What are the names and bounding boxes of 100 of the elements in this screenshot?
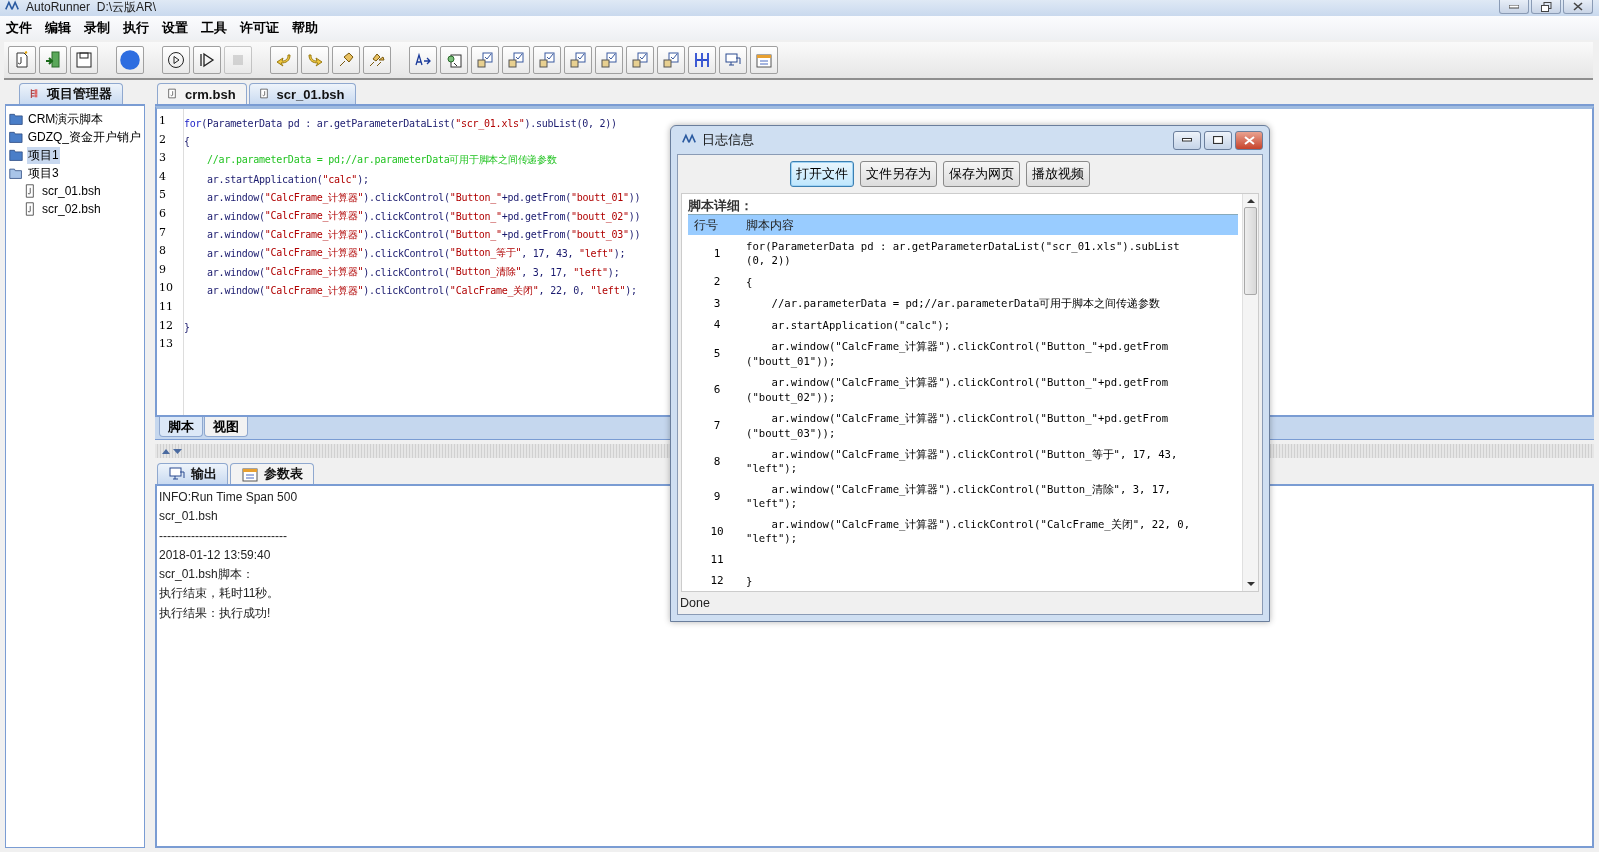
code-text: ar.window("CalcFrame_计算器").clickControl("Button_清除", 3, 17, "left"); [746, 481, 1172, 511]
code-text: ar.window( [206, 247, 265, 259]
code-text: ).clickControl( [363, 285, 450, 297]
code-text: "Button_" [449, 229, 502, 241]
code-text: ar.window( [206, 285, 265, 297]
line-number: 9 [158, 262, 167, 278]
code-text: (ParameterData pd : ar.getParameterDataList( [201, 117, 456, 129]
line-number: 11 [158, 299, 174, 315]
code-text: { [746, 274, 754, 290]
column-header: 行号 [693, 216, 719, 234]
code-text: ar.window( [206, 266, 265, 278]
code-text: ).clickControl( [363, 247, 450, 259]
code-text: +pd.getFrom( [501, 210, 572, 222]
code-text: "CalcFrame_计算器" [264, 265, 364, 280]
code-text: "left" [573, 266, 608, 278]
output-line: INFO:Run Time Span 500 [159, 489, 298, 506]
code-text: )) [628, 229, 641, 241]
line-number: 2 [712, 275, 722, 289]
code-text: ar.window("CalcFrame_计算器").clickControl("Button_等于", 17, 43, "left"); [746, 446, 1179, 476]
code-text: "CalcFrame_计算器" [264, 283, 364, 298]
window-title: AutoRunner D:\云版AR\ [26, 0, 157, 14]
code-text: ar.startApplication( [206, 173, 323, 185]
code-text: ); [357, 173, 369, 185]
code-text: for(ParameterData pd : ar.getParameterDataList("scr_01.xls").subList (0, 2)) [746, 238, 1181, 268]
line-number: 7 [712, 419, 722, 432]
code-text: } [184, 322, 190, 334]
code-text: )) [628, 210, 641, 222]
line-number: 10 [709, 524, 725, 538]
code-text: ).clickControl( [363, 192, 450, 204]
line-number: 1 [158, 114, 167, 129]
output-line: 执行结果：执行成功! [159, 604, 271, 622]
code-text: "CalcFrame_关闭" [449, 283, 539, 298]
code-text: +pd.getFrom( [501, 192, 572, 204]
line-number: 12 [158, 318, 174, 334]
code-text: , 22, 0, [538, 285, 586, 297]
code-text: { [184, 136, 190, 148]
line-number: 4 [158, 169, 167, 185]
code-text: "boutt_01" [571, 192, 629, 204]
code-text: ); [625, 285, 637, 297]
code-text: ar.window("CalcFrame_计算器").clickControl("CalcFrame_关闭", 22, 0, "left"); [746, 516, 1192, 546]
code-text: for [184, 117, 202, 129]
column-header: 脚本内容 [746, 216, 795, 234]
code-text: } [746, 573, 754, 589]
line-number: 5 [712, 347, 722, 360]
code-text: ); [613, 247, 626, 259]
line-number: 8 [712, 454, 722, 468]
code-text: ar.startApplication("calc"); [770, 317, 952, 333]
line-number: 9 [712, 489, 722, 503]
line-number: 7 [158, 225, 167, 241]
output-line: 执行结束，耗时11秒。 [159, 585, 280, 603]
code-text: , 3, 17, [521, 266, 569, 278]
line-number: 5 [158, 188, 167, 204]
line-number: 3 [712, 296, 722, 310]
dialog-title: 日志信息 [702, 131, 754, 149]
code-text: ar.window("CalcFrame_计算器").clickControl("Button_"+pd.getFrom ("boutt_01")); [746, 339, 1170, 370]
code-text: ); [607, 266, 620, 278]
code-text: "CalcFrame_计算器" [264, 246, 364, 261]
code-text: "calc" [322, 173, 358, 185]
code-text: ).clickControl( [363, 229, 450, 241]
code-text: "left" [590, 285, 626, 297]
code-text: ).subList(0, 2)) [524, 117, 617, 129]
line-number: 12 [709, 574, 725, 588]
code-text: "Button_等于" [449, 246, 522, 261]
code-text: ar.window( [206, 192, 265, 204]
code-text: "boutt_02" [571, 210, 629, 222]
code-text: ar.window( [206, 210, 265, 222]
output-line: scr_01.bsh脚本： [159, 566, 254, 584]
code-text: //ar.parameterData = pd;//ar.parameterData可用于脚本之间传递参数 [206, 153, 557, 168]
line-number: 8 [158, 244, 167, 260]
code-text: ar.window("CalcFrame_计算器").clickControl("Button_"+pd.getFrom ("boutt_02")); [746, 375, 1170, 406]
code-text: )) [628, 192, 641, 204]
output-line: 2018-01-12 13:59:40 [159, 546, 271, 564]
line-number: 4 [712, 318, 722, 332]
code-text: "boutt_03" [571, 229, 629, 241]
line-number: 11 [709, 552, 725, 566]
code-text: "Button_清除" [449, 265, 522, 280]
code-text: //ar.parameterData = pd;//ar.parameterData可用于脚本之间传递参数 [770, 296, 1162, 311]
line-number: 6 [712, 383, 722, 396]
code-text: +pd.getFrom( [501, 229, 572, 241]
code-text: "left" [579, 247, 614, 259]
code-text: ar.window("CalcFrame_计算器").clickControl("Button_"+pd.getFrom ("boutt_03")); [746, 411, 1170, 442]
status-text: Done [680, 596, 710, 610]
code-text: "Button_" [449, 210, 502, 222]
code-text: , 17, 43, [521, 247, 575, 259]
section-heading: 脚本详细： [688, 198, 754, 214]
output-line: scr_01.bsh [159, 508, 218, 526]
code-text: "Button_" [449, 192, 502, 204]
line-number: 13 [158, 337, 174, 353]
code-text: ar.window( [206, 229, 265, 241]
line-number: 6 [158, 206, 167, 222]
code-text: "CalcFrame_计算器" [264, 209, 364, 224]
line-number: 1 [712, 246, 722, 260]
output-line: -------------------------------- [159, 527, 287, 545]
code-text: ).clickControl( [363, 266, 450, 278]
line-number: 2 [158, 132, 167, 148]
code-text: "CalcFrame_计算器" [264, 227, 364, 242]
code-text: "CalcFrame_计算器" [264, 190, 364, 205]
line-number: 10 [158, 281, 174, 297]
code-text: "scr_01.xls" [455, 117, 525, 129]
line-number: 3 [158, 151, 167, 167]
